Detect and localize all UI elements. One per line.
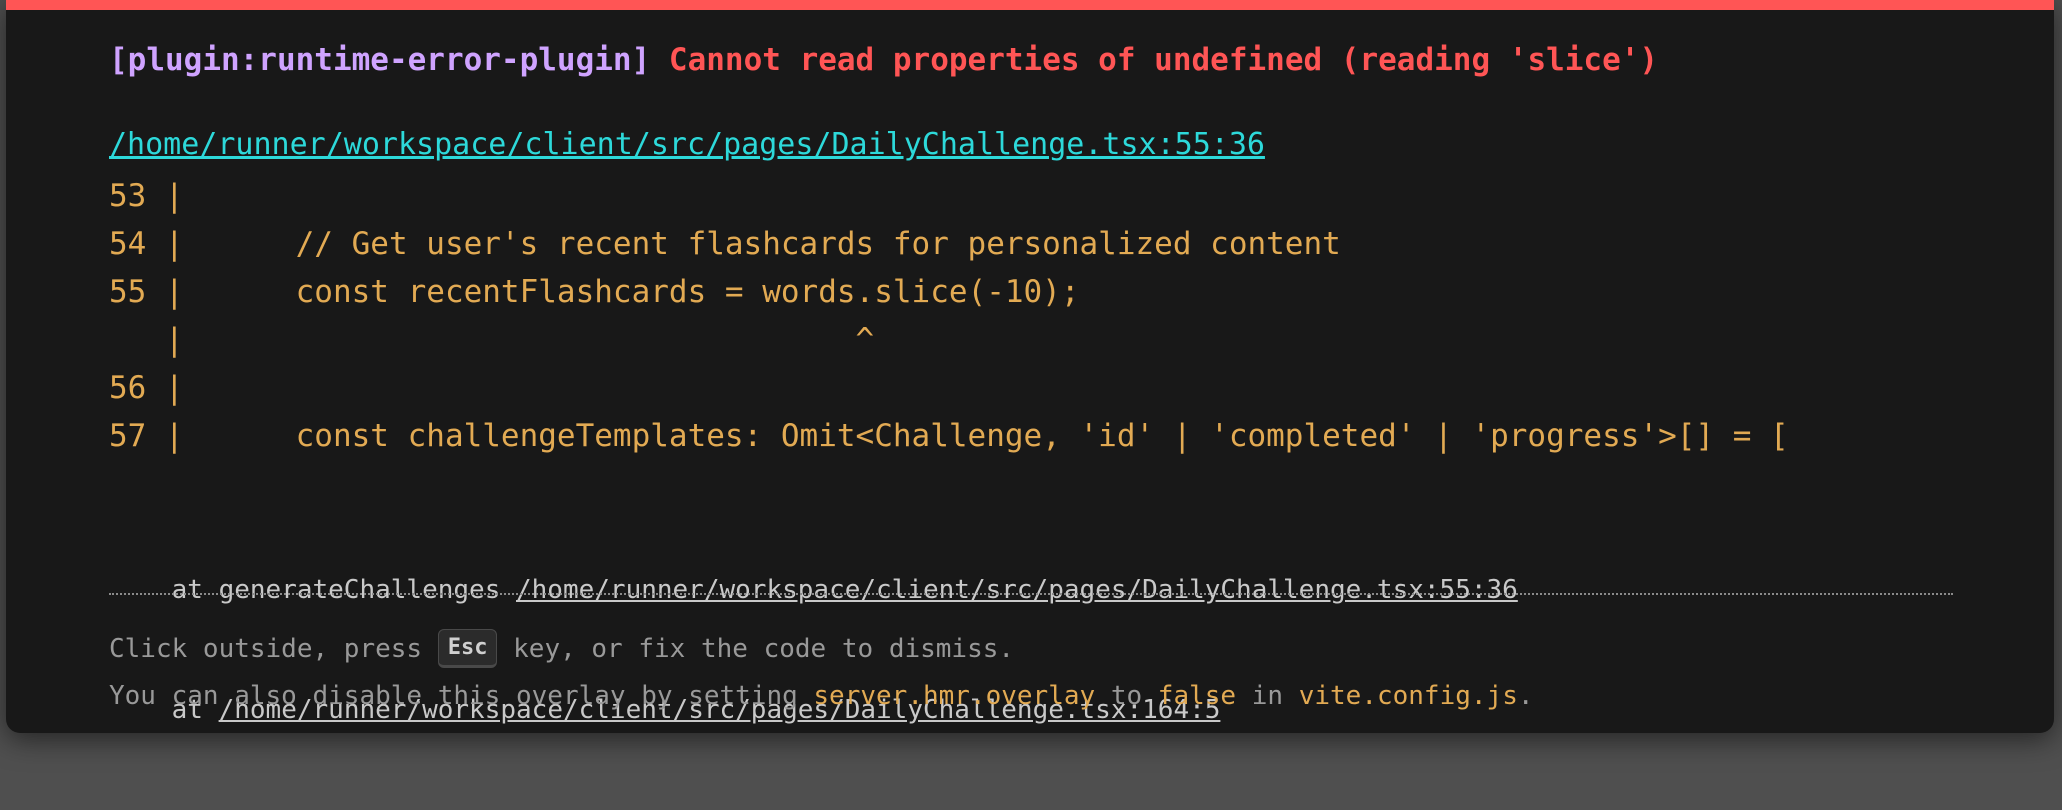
- esc-key-badge: Esc: [437, 629, 498, 668]
- code-frame-line: 56 |: [109, 370, 184, 406]
- tip-text: in: [1236, 680, 1299, 711]
- code-frame-line: 57 | const challengeTemplates: Omit<Chal…: [109, 418, 1789, 454]
- tip-text: Click outside, press: [109, 633, 438, 664]
- error-overlay: [plugin:runtime-error-plugin] Cannot rea…: [6, 0, 2054, 733]
- code-frame: 53 | 54 | // Get user's recent flashcard…: [109, 172, 1789, 460]
- overlay-config-tip-line: You can also disable this overlay by set…: [109, 672, 1534, 719]
- stack-trace-line: at generateChallenges /home/runner/works…: [109, 570, 1518, 610]
- config-value-code: false: [1157, 680, 1237, 711]
- code-frame-line: 54 | // Get user's recent flashcards for…: [109, 226, 1341, 262]
- config-option-code: server.hmr.overlay: [813, 680, 1096, 711]
- divider: [109, 593, 1953, 595]
- stack-trace-prefix: at generateChallenges: [171, 575, 516, 605]
- error-message: [plugin:runtime-error-plugin] Cannot rea…: [109, 40, 1658, 80]
- code-frame-line: 53 |: [109, 178, 184, 214]
- dismiss-tip-line: Click outside, press Esc key, or fix the…: [109, 625, 1534, 672]
- dismiss-tip: Click outside, press Esc key, or fix the…: [109, 625, 1534, 719]
- stack-trace-link[interactable]: /home/runner/workspace/client/src/pages/…: [516, 575, 1518, 605]
- tip-text: .: [1517, 680, 1534, 711]
- code-frame-caret-line: | ^: [109, 322, 875, 358]
- tip-text: You can also disable this overlay by set…: [109, 680, 814, 711]
- error-file-link[interactable]: /home/runner/workspace/client/src/pages/…: [109, 125, 1265, 165]
- code-frame-line: 55 | const recentFlashcards = words.slic…: [109, 274, 1080, 310]
- tip-text: to: [1095, 680, 1158, 711]
- config-file-code: vite.config.js: [1298, 680, 1518, 711]
- plugin-name: [plugin:runtime-error-plugin]: [109, 42, 651, 78]
- error-text: Cannot read properties of undefined (rea…: [668, 42, 1659, 78]
- tip-text: key, or fix the code to dismiss.: [497, 633, 1015, 664]
